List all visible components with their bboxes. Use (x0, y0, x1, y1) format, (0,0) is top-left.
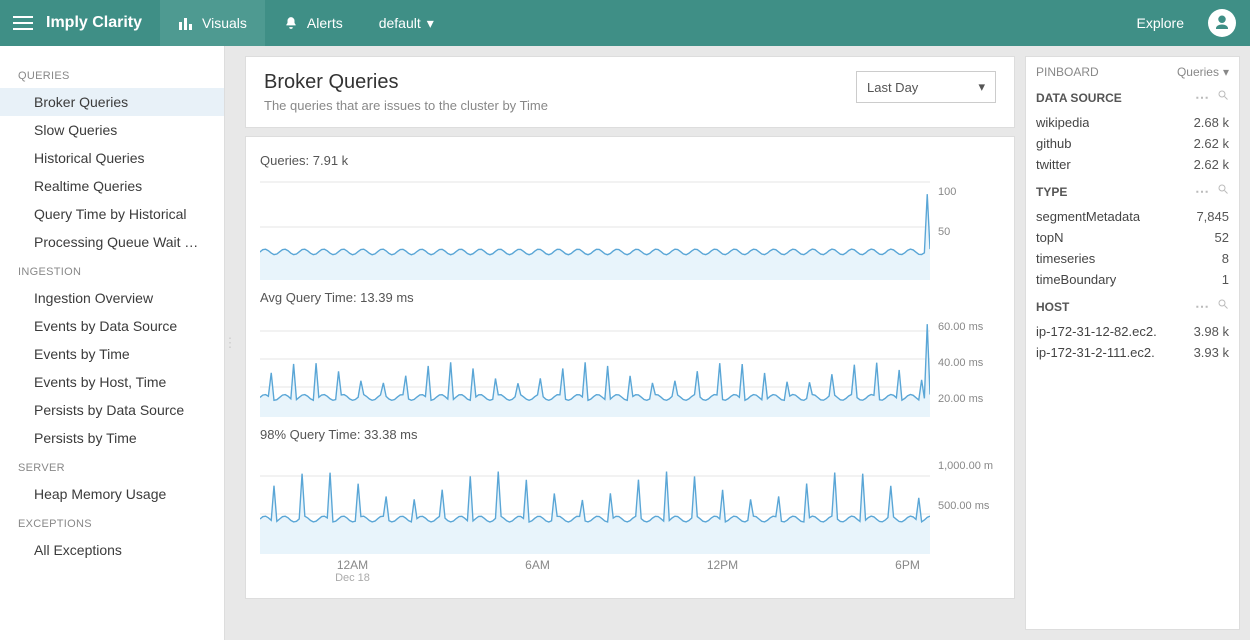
pinboard-row[interactable]: timeseries8 (1036, 248, 1229, 269)
charts-panel: Queries: 7.91 k 100 50 (245, 136, 1015, 599)
pinboard-row[interactable]: ip-172-31-12-82.ec2.3.98 k (1036, 321, 1229, 342)
pinboard-measure-dropdown[interactable]: Queries ▾ (1177, 65, 1229, 79)
pinboard-row[interactable]: github2.62 k (1036, 133, 1229, 154)
sidebar-group-header: SERVER (0, 452, 224, 480)
tab-visuals-label: Visuals (202, 15, 247, 31)
sidebar-item[interactable]: Query Time by Historical (0, 200, 224, 228)
chart-p98-query-time: 98% Query Time: 33.38 ms 1,000.00 m 500.… (260, 423, 1000, 554)
chart-title: Queries: 7.91 k (260, 149, 1000, 172)
tenant-dropdown[interactable]: default ▾ (361, 0, 452, 46)
chart-plot[interactable] (260, 446, 930, 554)
page-subtitle: The queries that are issues to the clust… (264, 98, 548, 113)
pinboard-section-header: TYPE (1036, 183, 1229, 200)
pinboard-row[interactable]: segmentMetadata7,845 (1036, 206, 1229, 227)
sidebar-group-header: EXCEPTIONS (0, 508, 224, 536)
sidebar-item[interactable]: Persists by Time (0, 424, 224, 452)
sidebar-group-header: INGESTION (0, 256, 224, 284)
search-icon[interactable] (1217, 298, 1229, 315)
sidebar-item[interactable]: Heap Memory Usage (0, 480, 224, 508)
sidebar-item[interactable]: Processing Queue Wait Time (0, 228, 224, 256)
pinboard-row[interactable]: twitter2.62 k (1036, 154, 1229, 175)
y-axis-labels: 1,000.00 m 500.00 ms (930, 446, 1000, 554)
page-header: Broker Queries The queries that are issu… (245, 56, 1015, 128)
sidebar-item[interactable]: All Exceptions (0, 536, 224, 564)
pinboard-row[interactable]: wikipedia2.68 k (1036, 112, 1229, 133)
sidebar: QUERIESBroker QueriesSlow QueriesHistori… (0, 46, 225, 640)
pinboard-row[interactable]: ip-172-31-2-111.ec2.3.93 k (1036, 342, 1229, 363)
sidebar-item[interactable]: Ingestion Overview (0, 284, 224, 312)
chart-avg-query-time: Avg Query Time: 13.39 ms 60.00 ms (260, 286, 1000, 417)
brand-title: Imply Clarity (46, 14, 160, 32)
page-title: Broker Queries (264, 71, 548, 94)
chart-plot[interactable] (260, 309, 930, 417)
tab-alerts[interactable]: Alerts (265, 0, 361, 46)
sidebar-item[interactable]: Persists by Data Source (0, 396, 224, 424)
pinboard-section-header: DATA SOURCE (1036, 89, 1229, 106)
chart-title: 98% Query Time: 33.38 ms (260, 423, 1000, 446)
time-range-dropdown[interactable]: Last Day ▾ (856, 71, 996, 103)
sidebar-item[interactable]: Events by Host, Time (0, 368, 224, 396)
tab-alerts-label: Alerts (307, 15, 343, 31)
explore-link[interactable]: Explore (1119, 15, 1202, 31)
topbar: Imply Clarity Visuals Alerts default ▾ E… (0, 0, 1250, 46)
search-icon[interactable] (1217, 183, 1229, 200)
tenant-label: default (379, 15, 421, 31)
main-content: Broker Queries The queries that are issu… (235, 46, 1025, 640)
menu-icon[interactable] (0, 16, 46, 30)
more-icon[interactable] (1195, 89, 1209, 106)
pinboard-row[interactable]: timeBoundary1 (1036, 269, 1229, 290)
sidebar-group-header: QUERIES (0, 60, 224, 88)
caret-down-icon: ▾ (978, 79, 985, 95)
sidebar-item[interactable]: Broker Queries (0, 88, 224, 116)
chart-queries: Queries: 7.91 k 100 50 (260, 149, 1000, 280)
sidebar-item[interactable]: Historical Queries (0, 144, 224, 172)
user-avatar[interactable] (1208, 9, 1236, 37)
pinboard: PINBOARD Queries ▾ DATA SOURCE wikipedia2… (1025, 56, 1240, 630)
pinboard-title: PINBOARD (1036, 65, 1099, 79)
sidebar-item[interactable]: Realtime Queries (0, 172, 224, 200)
chart-title: Avg Query Time: 13.39 ms (260, 286, 1000, 309)
y-axis-labels: 100 50 (930, 172, 1000, 280)
sidebar-resize-handle[interactable]: ⋮ (225, 46, 235, 640)
y-axis-labels: 60.00 ms 40.00 ms 20.00 ms (930, 309, 1000, 417)
caret-down-icon: ▾ (1223, 65, 1229, 79)
tab-visuals[interactable]: Visuals (160, 0, 265, 46)
pinboard-section-header: HOST (1036, 298, 1229, 315)
time-range-label: Last Day (867, 80, 918, 95)
sidebar-item[interactable]: Slow Queries (0, 116, 224, 144)
bell-icon (283, 15, 299, 31)
sidebar-item[interactable]: Events by Data Source (0, 312, 224, 340)
search-icon[interactable] (1217, 89, 1229, 106)
x-axis: 12AMDec 18 6AM 12PM 6PM (260, 554, 1000, 584)
pinboard-row[interactable]: topN52 (1036, 227, 1229, 248)
sidebar-item[interactable]: Events by Time (0, 340, 224, 368)
more-icon[interactable] (1195, 183, 1209, 200)
caret-down-icon: ▾ (427, 15, 434, 32)
more-icon[interactable] (1195, 298, 1209, 315)
bar-chart-icon (178, 15, 194, 31)
chart-plot[interactable] (260, 172, 930, 280)
